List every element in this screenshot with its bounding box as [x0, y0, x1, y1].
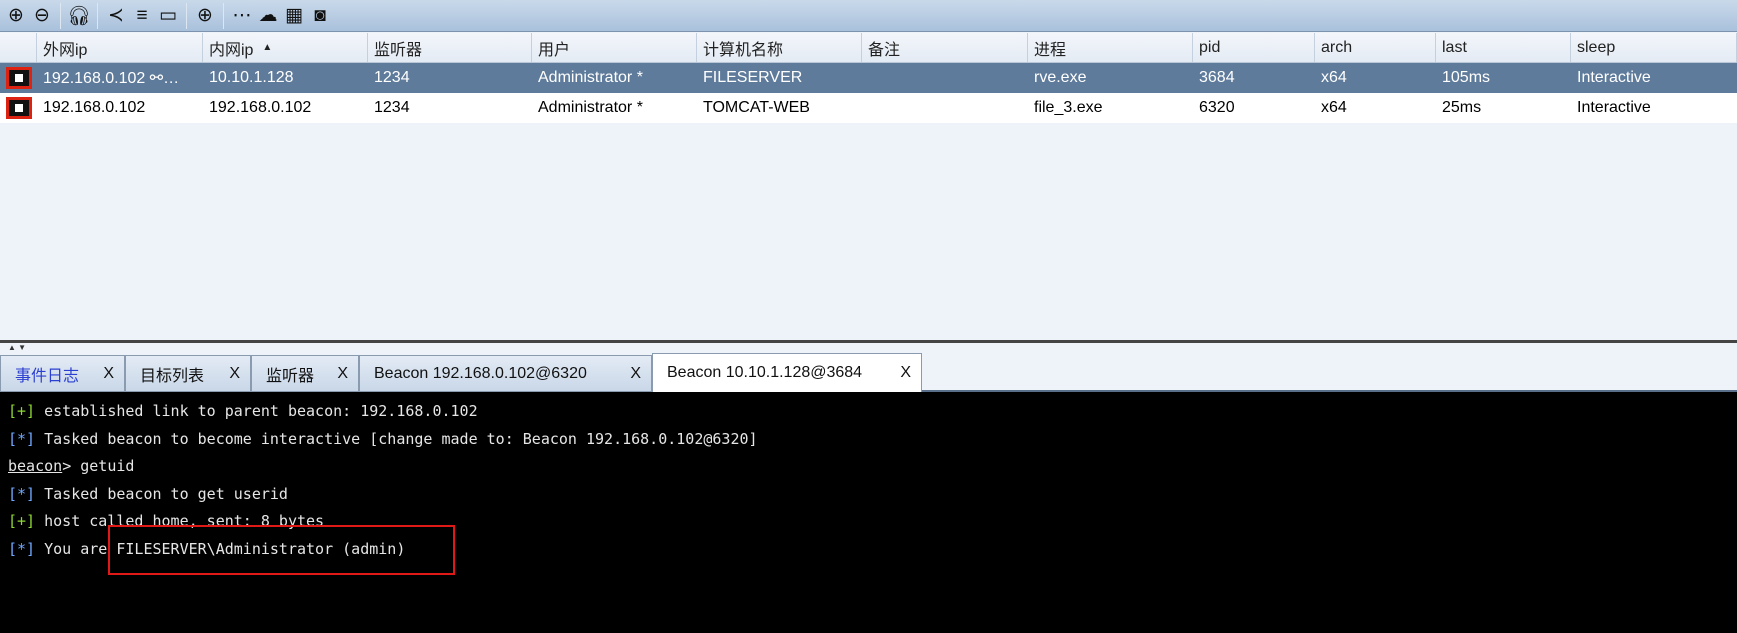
tab-event-log[interactable]: 事件日志 X — [0, 355, 125, 392]
cell-pid: 6320 — [1199, 99, 1235, 116]
beacon-console[interactable]: [+] established link to parent beacon: 1… — [0, 392, 1737, 633]
laptop-icon[interactable]: ▭ — [155, 3, 181, 29]
camera-icon[interactable]: ◙ — [307, 3, 333, 29]
column-header-sleep[interactable]: sleep — [1571, 33, 1737, 62]
minus-circle-icon[interactable]: ⊖ — [29, 3, 55, 29]
column-header-note[interactable]: 备注 — [862, 33, 1028, 62]
cell-arch: x64 — [1321, 99, 1347, 116]
cloud-download-icon[interactable]: ☁ — [255, 3, 281, 29]
console-text: Tasked beacon to get userid — [35, 484, 288, 503]
cell-user: Administrator * — [538, 69, 643, 86]
status-tag: [+] — [8, 402, 36, 420]
table-row[interactable]: 192.168.0.102 ⚯… 10.10.1.128 1234 Admini… — [0, 63, 1737, 93]
column-header-last[interactable]: last — [1436, 33, 1571, 62]
column-header-pid[interactable]: pid — [1193, 33, 1315, 62]
cell-listener: 1234 — [374, 99, 410, 116]
tab-label: 事件日志 — [15, 367, 80, 385]
cell-arch: x64 — [1321, 69, 1347, 86]
sort-ascending-icon: ▲ — [262, 42, 273, 53]
table-header: 外网ip 内网ip ▲ 监听器 用户 计算机名称 备注 进程 pid arch … — [0, 33, 1737, 63]
close-icon[interactable]: X — [630, 365, 641, 383]
close-icon[interactable]: X — [229, 365, 240, 383]
toolbar-separator — [186, 2, 187, 29]
globe-icon[interactable]: ⊕ — [192, 3, 218, 29]
cell-process: file_3.exe — [1034, 99, 1103, 116]
keyboard-icon[interactable]: ▦ — [281, 3, 307, 29]
cell-sleep: Interactive — [1577, 69, 1651, 86]
console-line: [*] Tasked beacon to become interactive … — [8, 427, 1737, 455]
console-line: [+] established link to parent beacon: 1… — [8, 399, 1737, 427]
cell-listener: 1234 — [374, 69, 410, 86]
cell-external-ip: 192.168.0.102 — [43, 99, 146, 116]
tab-label: 监听器 — [266, 367, 315, 385]
toolbar-separator — [223, 2, 224, 29]
cell-pid: 3684 — [1199, 69, 1235, 86]
cell-external-ip: 192.168.0.102 ⚯… — [43, 70, 180, 87]
tab-beacon-3684[interactable]: Beacon 10.10.1.128@3684 X — [652, 353, 922, 392]
status-tag: [*] — [8, 429, 36, 448]
list-icon[interactable]: ≡ — [129, 3, 155, 29]
table-row[interactable]: 192.168.0.102 192.168.0.102 1234 Adminis… — [0, 93, 1737, 123]
console-prompt-line: beacon> getuid — [8, 454, 1737, 482]
column-header-process[interactable]: 进程 — [1028, 33, 1193, 62]
highlight-box — [108, 525, 455, 575]
column-header-computer[interactable]: 计算机名称 — [697, 33, 862, 62]
plus-circle-icon[interactable]: ⊕ — [3, 3, 29, 29]
tab-label: Beacon 10.10.1.128@3684 — [667, 364, 863, 381]
toolbar-separator — [60, 2, 61, 29]
status-tag: [+] — [8, 512, 36, 530]
column-header-listener[interactable]: 监听器 — [368, 33, 532, 62]
cell-last: 25ms — [1442, 99, 1482, 116]
tab-beacon-6320[interactable]: Beacon 192.168.0.102@6320 X — [359, 355, 652, 392]
tab-label: 目标列表 — [140, 367, 205, 385]
close-icon[interactable]: X — [900, 364, 911, 382]
console-text: Tasked beacon to become interactive [cha… — [35, 429, 758, 448]
close-icon[interactable]: X — [337, 365, 348, 383]
console-text: > getuid — [62, 457, 135, 475]
cell-user: Administrator * — [538, 99, 643, 116]
prompt: beacon — [8, 457, 63, 475]
column-label: 内网ip — [209, 41, 254, 59]
share-icon[interactable]: ≺ — [103, 3, 129, 29]
cell-last: 105ms — [1442, 69, 1491, 86]
beacon-icon — [0, 97, 37, 119]
status-tag: [*] — [8, 539, 36, 558]
column-header-arch[interactable]: arch — [1315, 33, 1436, 62]
cell-computer: TOMCAT-WEB — [703, 99, 810, 116]
column-header-internal-ip[interactable]: 内网ip ▲ — [203, 33, 368, 62]
status-tag: [*] — [8, 484, 36, 503]
cell-internal-ip: 192.168.0.102 — [209, 99, 312, 116]
beacon-icon — [0, 67, 37, 89]
toolbar-separator — [97, 2, 98, 29]
column-header-user[interactable]: 用户 — [532, 33, 697, 62]
column-header-external-ip[interactable]: 外网ip — [37, 33, 203, 62]
dots-icon[interactable]: ⋯ — [229, 3, 255, 29]
headphones-icon[interactable]: 🎧︎ — [66, 3, 92, 29]
column-header-icon[interactable] — [0, 33, 37, 62]
tab-targets[interactable]: 目标列表 X — [125, 355, 251, 392]
tab-label: Beacon 192.168.0.102@6320 — [374, 364, 587, 382]
cell-computer: FILESERVER — [703, 69, 803, 86]
cell-internal-ip: 10.10.1.128 — [209, 69, 294, 86]
console-text: established link to parent beacon: 192.1… — [35, 402, 478, 420]
toolbar: ⊕ ⊖ 🎧︎ ≺ ≡ ▭ ⊕ ⋯ ☁ ▦ ◙ — [0, 0, 1737, 32]
cell-sleep: Interactive — [1577, 99, 1651, 116]
close-icon[interactable]: X — [103, 365, 114, 383]
cell-process: rve.exe — [1034, 69, 1087, 86]
tab-bar: 事件日志 X 目标列表 X 监听器 X Beacon 192.168.0.102@63… — [0, 353, 1737, 392]
console-line: [*] Tasked beacon to get userid — [8, 482, 1737, 510]
beacon-table: 外网ip 内网ip ▲ 监听器 用户 计算机名称 备注 进程 pid arch … — [0, 33, 1737, 123]
tab-listeners[interactable]: 监听器 X — [251, 355, 359, 392]
